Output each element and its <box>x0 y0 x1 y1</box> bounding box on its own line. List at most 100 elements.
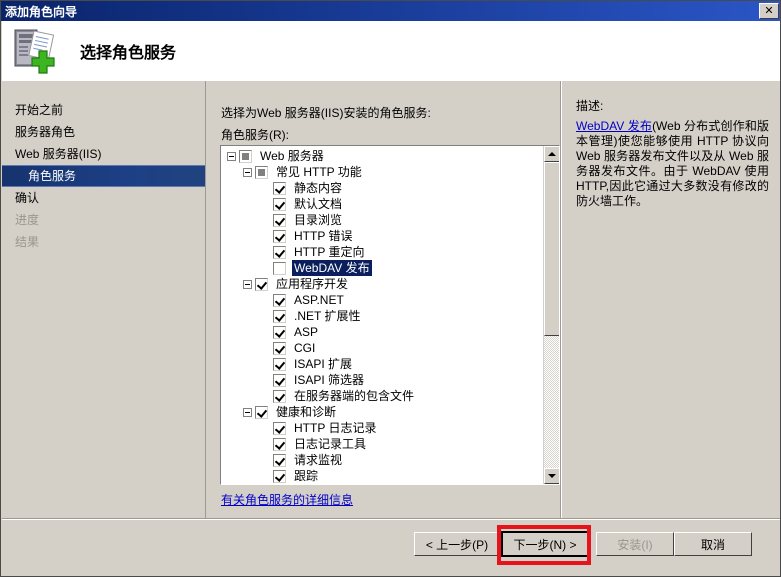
checkbox-checked[interactable] <box>273 325 286 339</box>
arrow-down-glyph <box>548 474 556 478</box>
previous-button[interactable]: < 上一步(P) <box>414 532 500 556</box>
checkbox-checked[interactable] <box>273 341 286 355</box>
checkbox-partial[interactable] <box>255 165 268 179</box>
checkbox-checked[interactable] <box>273 309 286 323</box>
sidebar-item-3[interactable]: 角色服务 <box>2 165 205 187</box>
tree-item-label: HTTP 重定向 <box>294 245 365 259</box>
tree-item-label: HTTP 错误 <box>294 229 353 243</box>
tree-vertical-scrollbar[interactable] <box>543 146 559 484</box>
checkbox-checked[interactable] <box>273 197 286 211</box>
tree-item-9[interactable]: ASP.NET <box>221 292 543 308</box>
tree-item-8[interactable]: 应用程序开发 <box>221 276 543 292</box>
sidebar-item-1[interactable]: 服务器角色 <box>2 121 205 143</box>
tree-item-label: ASP.NET <box>294 293 344 307</box>
scrollbar-track[interactable] <box>544 162 559 468</box>
tree-item-17[interactable]: HTTP 日志记录 <box>221 420 543 436</box>
description-heading: 描述: <box>576 99 604 113</box>
wizard-steps-sidebar: 开始之前 服务器角色 Web 服务器(IIS) 角色服务 确认进度结果 <box>2 81 206 518</box>
more-about-role-services-link[interactable]: 有关角色服务的详细信息 <box>221 491 353 508</box>
scrollbar-thumb[interactable] <box>544 162 559 337</box>
tree-item-label: ISAPI 筛选器 <box>294 373 365 387</box>
tree-item-0[interactable]: Web 服务器 <box>221 148 543 164</box>
instruction-text: 选择为Web 服务器(IIS)安装的角色服务: <box>221 106 431 120</box>
tree-item-11[interactable]: ASP <box>221 324 543 340</box>
role-services-treeview[interactable]: Web 服务器常见 HTTP 功能 静态内容默认文档 目录浏览 HTTP 错误 HTTP… <box>220 145 560 485</box>
tree-item-label: Web 服务器 <box>260 149 324 163</box>
wizard-footer: < 上一步(P) 下一步(N) > 安装(I) 取消 <box>2 520 780 576</box>
tree-item-7[interactable]: WebDAV 发布 <box>221 260 543 276</box>
tree-item-12[interactable]: CGI <box>221 340 543 356</box>
tree-item-label: 默认文档 <box>294 197 343 211</box>
collapse-toggle-icon[interactable] <box>243 167 252 177</box>
server-add-icon <box>12 27 68 75</box>
add-roles-wizard-window: 添加角色向导 ✕ 选择角色服务 开始之前 服务器角色 Web 服务器(IIS) … <box>0 0 781 577</box>
tree-item-label: .NET 扩展性 <box>294 309 361 323</box>
role-services-label: 角色服务(R): <box>221 128 289 142</box>
checkbox-checked[interactable] <box>273 181 286 195</box>
scroll-up-icon[interactable] <box>544 146 559 162</box>
tree-item-label: 日志记录工具 <box>294 437 367 451</box>
checkbox-checked[interactable] <box>273 453 286 467</box>
tree-item-label: 跟踪 <box>294 469 319 483</box>
tree-item-label: 常见 HTTP 功能 <box>276 165 362 179</box>
checkbox-checked[interactable] <box>273 213 286 227</box>
checkbox-partial[interactable] <box>239 149 252 163</box>
tree-item-16[interactable]: 健康和诊断 <box>221 404 543 420</box>
sidebar-item-6: 结果 <box>15 235 40 249</box>
arrow-up-glyph <box>548 152 556 156</box>
sidebar-item-5: 进度 <box>15 213 40 227</box>
scroll-down-icon[interactable] <box>544 468 559 484</box>
sidebar-item-4[interactable]: 确认 <box>2 187 205 209</box>
tree-item-label: 在服务器端的包含文件 <box>294 389 415 403</box>
tree-item-label: 请求监视 <box>294 453 343 467</box>
main-content: 选择为Web 服务器(IIS)安装的角色服务: 角色服务(R): Web 服务器… <box>207 81 780 518</box>
page-title: 选择角色服务 <box>80 45 177 62</box>
tree-item-label: HTTP 日志记录 <box>294 421 377 435</box>
next-button[interactable]: 下一步(N) > <box>501 531 589 557</box>
checkbox-checked[interactable] <box>273 389 286 403</box>
close-icon[interactable]: ✕ <box>759 3 779 19</box>
install-button: 安装(I) <box>596 532 674 556</box>
collapse-toggle-icon[interactable] <box>243 407 252 417</box>
tree-item-20[interactable]: 跟踪 <box>221 468 543 484</box>
collapse-toggle-icon[interactable] <box>243 279 252 289</box>
tree-item-14[interactable]: ISAPI 筛选器 <box>221 372 543 388</box>
tree-item-label: ASP <box>294 325 319 339</box>
checkbox-checked[interactable] <box>273 469 286 483</box>
tree-item-2[interactable]: 静态内容 <box>221 180 543 196</box>
description-body: WebDAV 发布(Web 分布式创作和版本管理)使您能够使用 HTTP 协议向… <box>576 119 769 209</box>
tree-item-4[interactable]: 目录浏览 <box>221 212 543 228</box>
tree-item-1[interactable]: 常见 HTTP 功能 <box>221 164 543 180</box>
description-pane: 描述: WebDAV 发布(Web 分布式创作和版本管理)使您能够使用 HTTP… <box>560 81 780 518</box>
cancel-button[interactable]: 取消 <box>674 532 752 556</box>
webdav-publishing-link[interactable]: WebDAV 发布 <box>576 119 652 133</box>
checkbox-checked[interactable] <box>255 277 268 291</box>
tree-item-label: WebDAV 发布 <box>292 260 372 276</box>
tree-item-15[interactable]: 在服务器端的包含文件 <box>221 388 543 404</box>
checkbox-checked[interactable] <box>273 437 286 451</box>
tree-item-6[interactable]: HTTP 重定向 <box>221 244 543 260</box>
wizard-header: 选择角色服务 <box>2 21 780 81</box>
tree-item-label: 静态内容 <box>294 181 343 195</box>
checkbox-checked[interactable] <box>255 405 268 419</box>
checkbox-checked[interactable] <box>273 357 286 371</box>
tree-item-label: 应用程序开发 <box>276 277 349 291</box>
checkbox-unchecked[interactable] <box>273 261 286 275</box>
sidebar-item-0[interactable]: 开始之前 <box>2 99 205 121</box>
tree-item-5[interactable]: HTTP 错误 <box>221 228 543 244</box>
collapse-toggle-icon[interactable] <box>227 151 236 161</box>
tree-item-13[interactable]: ISAPI 扩展 <box>221 356 543 372</box>
tree-item-label: ISAPI 扩展 <box>294 357 353 371</box>
tree-item-10[interactable]: .NET 扩展性 <box>221 308 543 324</box>
checkbox-checked[interactable] <box>273 373 286 387</box>
checkbox-checked[interactable] <box>273 245 286 259</box>
sidebar-item-2[interactable]: Web 服务器(IIS) <box>2 143 205 165</box>
tree-item-label: 健康和诊断 <box>276 405 337 419</box>
checkbox-checked[interactable] <box>273 293 286 307</box>
checkbox-checked[interactable] <box>273 421 286 435</box>
checkbox-checked[interactable] <box>273 229 286 243</box>
tree-item-3[interactable]: 默认文档 <box>221 196 543 212</box>
tree-scroll-area: Web 服务器常见 HTTP 功能 静态内容默认文档 目录浏览 HTTP 错误 HTTP… <box>221 146 543 484</box>
tree-item-19[interactable]: 请求监视 <box>221 452 543 468</box>
tree-item-18[interactable]: 日志记录工具 <box>221 436 543 452</box>
